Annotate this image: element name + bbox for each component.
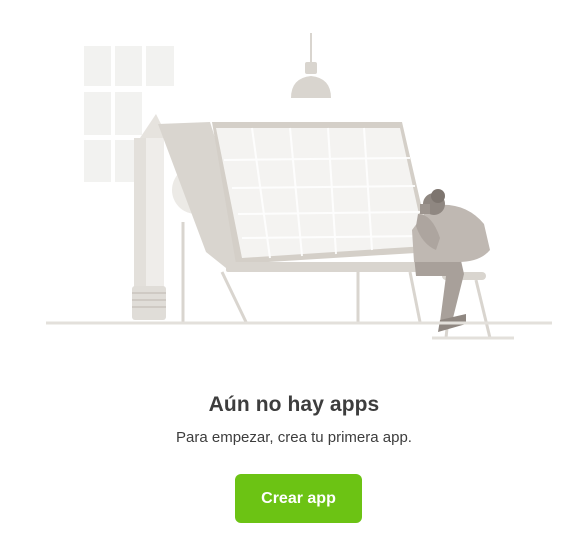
- drafting-table-illustration: [158, 122, 436, 323]
- person-illustration: [412, 189, 492, 339]
- empty-state-title: Aún no hay apps: [208, 393, 380, 416]
- create-app-button[interactable]: Crear app: [235, 474, 362, 523]
- empty-apps-page: Aún no hay apps Para empezar, crea tu pr…: [0, 0, 588, 548]
- designer-at-drafting-table-illustration: [46, 33, 552, 340]
- empty-state-subtitle: Para empezar, crea tu primera app.: [176, 429, 412, 446]
- pencil-illustration: [132, 114, 168, 320]
